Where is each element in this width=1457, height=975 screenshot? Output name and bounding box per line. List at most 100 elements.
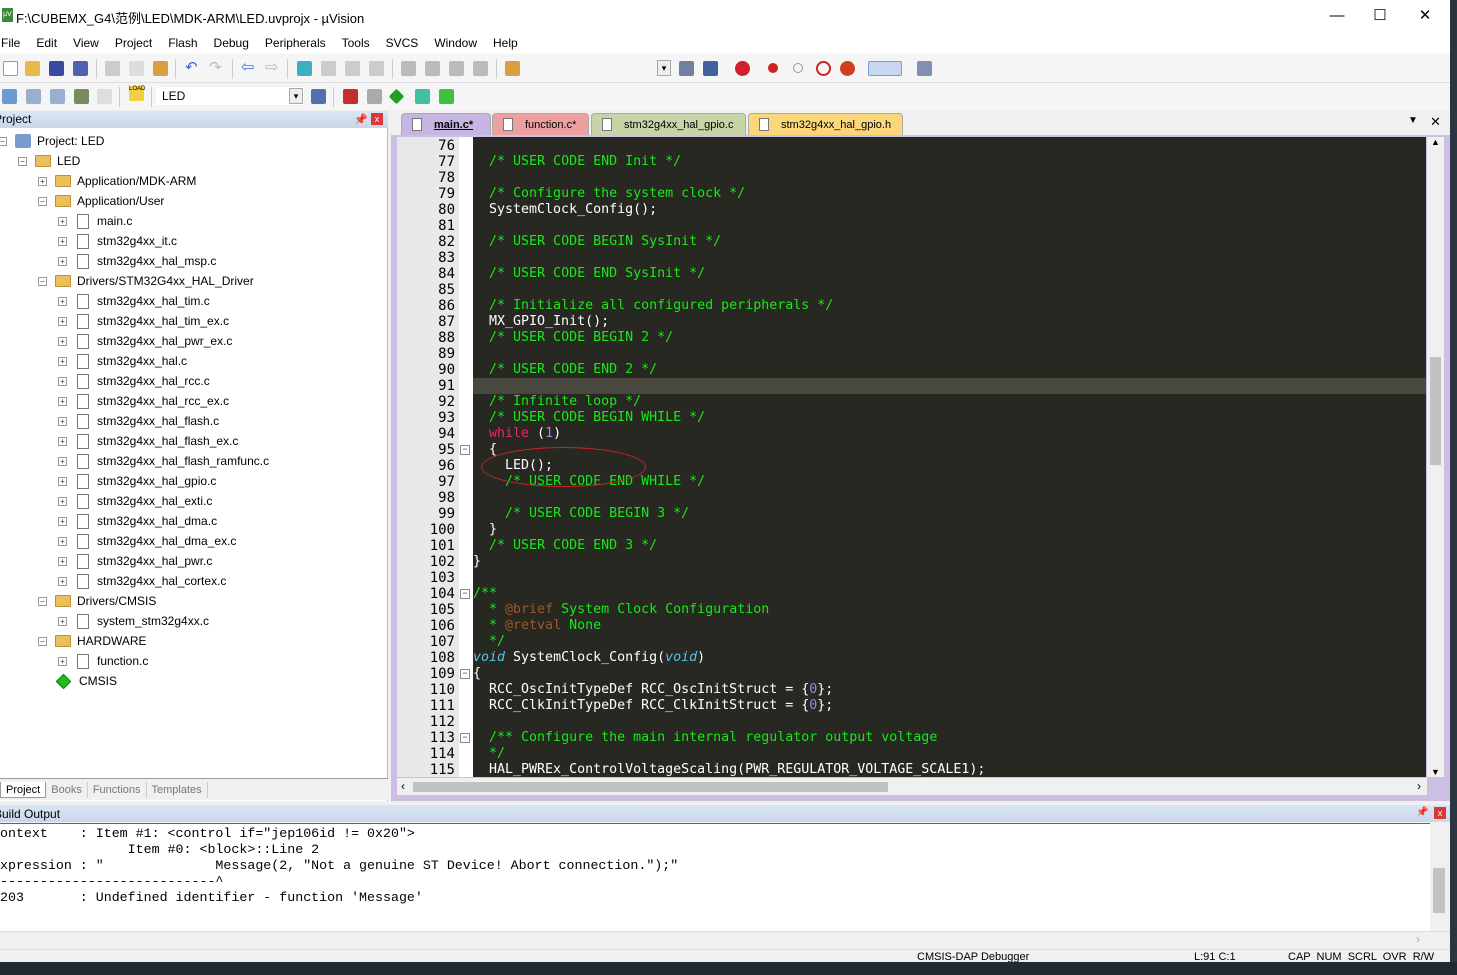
- manage-project-items-icon[interactable]: [343, 89, 358, 104]
- code-line[interactable]: /* USER CODE BEGIN 3 */: [473, 506, 1426, 522]
- navigate-forward-icon[interactable]: ⇨: [265, 57, 280, 76]
- tab-list-dropdown-icon[interactable]: ▼: [1408, 115, 1418, 126]
- breakpoint-icon[interactable]: [768, 63, 778, 73]
- disable-breakpoint-icon[interactable]: [793, 63, 803, 73]
- code-line[interactable]: }: [473, 554, 1426, 570]
- expand-icon[interactable]: +: [58, 556, 67, 566]
- save-icon[interactable]: [49, 61, 64, 76]
- configure-icon[interactable]: [917, 61, 932, 76]
- kill-all-breakpoints-icon[interactable]: [840, 61, 855, 76]
- menu-help[interactable]: Help: [485, 36, 526, 50]
- undo-icon[interactable]: ↶: [185, 58, 200, 76]
- scroll-left-icon[interactable]: ‹: [401, 779, 405, 793]
- fold-toggle-icon[interactable]: −: [460, 669, 470, 679]
- debug-session-icon[interactable]: [735, 61, 750, 76]
- pack-installer-icon[interactable]: [415, 89, 430, 104]
- code-line[interactable]: [473, 250, 1426, 266]
- tree-item[interactable]: − Drivers/CMSIS: [38, 591, 156, 611]
- target-select[interactable]: LED: [156, 87, 304, 105]
- tree-item[interactable]: + stm32g4xx_hal.c: [58, 351, 187, 371]
- expand-icon[interactable]: +: [58, 256, 67, 266]
- code-line[interactable]: [473, 490, 1426, 506]
- code-line[interactable]: /* USER CODE END SysInit */: [473, 266, 1426, 282]
- menu-debug[interactable]: Debug: [206, 36, 257, 50]
- code-line[interactable]: [473, 170, 1426, 186]
- close-button[interactable]: ✕: [1410, 6, 1440, 26]
- project-panel-close-button[interactable]: x: [371, 113, 383, 125]
- find-in-files-icon[interactable]: [505, 61, 520, 76]
- code-line[interactable]: /* USER CODE BEGIN SysInit */: [473, 234, 1426, 250]
- menu-file[interactable]: File: [0, 36, 28, 50]
- prev-bookmark-icon[interactable]: [321, 61, 336, 76]
- code-line[interactable]: void SystemClock_Config(void): [473, 650, 1426, 666]
- collapse-icon[interactable]: −: [38, 276, 47, 286]
- expand-icon[interactable]: +: [58, 516, 67, 526]
- clear-bookmarks-icon[interactable]: [369, 61, 384, 76]
- code-line[interactable]: /* USER CODE END Init */: [473, 154, 1426, 170]
- unindent-icon[interactable]: [425, 61, 440, 76]
- tree-item[interactable]: + stm32g4xx_hal_rcc_ex.c: [58, 391, 229, 411]
- expand-icon[interactable]: +: [58, 296, 67, 306]
- tab-functions[interactable]: Functions: [88, 781, 147, 798]
- code-line[interactable]: {: [473, 666, 1426, 682]
- tree-item[interactable]: + stm32g4xx_hal_dma.c: [58, 511, 217, 531]
- tree-item[interactable]: + system_stm32g4xx.c: [58, 611, 209, 631]
- code-line[interactable]: */: [473, 746, 1426, 762]
- cut-icon[interactable]: [105, 61, 120, 76]
- comment-icon[interactable]: [449, 61, 464, 76]
- output-horizontal-scrollbar[interactable]: ›: [0, 931, 1450, 948]
- maximize-button[interactable]: ☐: [1365, 6, 1395, 26]
- translate-icon[interactable]: [2, 89, 17, 104]
- build-output-text[interactable]: Context : Item #1: <control if="jep106id…: [0, 823, 1430, 931]
- tree-item[interactable]: + stm32g4xx_hal_exti.c: [58, 491, 212, 511]
- tab-hal-gpio-c[interactable]: stm32g4xx_hal_gpio.c: [591, 113, 746, 135]
- tree-item[interactable]: + stm32g4xx_hal_flash.c: [58, 411, 219, 431]
- expand-icon[interactable]: +: [58, 476, 67, 486]
- tree-item[interactable]: − Drivers/STM32G4xx_HAL_Driver: [38, 271, 254, 291]
- expand-icon[interactable]: +: [58, 316, 67, 326]
- collapse-icon[interactable]: −: [38, 636, 47, 646]
- tree-item[interactable]: + stm32g4xx_hal_pwr.c: [58, 551, 212, 571]
- menu-project[interactable]: Project: [107, 36, 160, 50]
- tree-item[interactable]: − Application/User: [38, 191, 164, 211]
- tree-item[interactable]: + stm32g4xx_hal_tim_ex.c: [58, 311, 229, 331]
- new-file-icon[interactable]: [3, 61, 18, 76]
- close-tab-icon[interactable]: ✕: [1430, 114, 1441, 130]
- tab-function-c[interactable]: function.c*: [492, 113, 589, 135]
- tree-item[interactable]: + stm32g4xx_hal_dma_ex.c: [58, 531, 236, 551]
- tree-item[interactable]: − HARDWARE: [38, 631, 147, 651]
- batch-build-icon[interactable]: [74, 89, 89, 104]
- build-icon[interactable]: [26, 89, 41, 104]
- menu-peripherals[interactable]: Peripherals: [257, 36, 334, 50]
- expand-icon[interactable]: +: [58, 416, 67, 426]
- build-output-close-button[interactable]: x: [1434, 807, 1446, 819]
- code-line[interactable]: [473, 346, 1426, 362]
- expand-icon[interactable]: +: [58, 396, 67, 406]
- expand-icon[interactable]: +: [58, 216, 67, 226]
- editor-horizontal-scroll-thumb[interactable]: [413, 782, 888, 792]
- target-dropdown-arrow[interactable]: ▾: [289, 88, 303, 104]
- tab-books[interactable]: Books: [46, 781, 88, 798]
- collapse-icon[interactable]: −: [38, 596, 47, 606]
- tree-item[interactable]: + stm32g4xx_hal_rcc.c: [58, 371, 210, 391]
- disable-all-breakpoints-icon[interactable]: [816, 61, 831, 76]
- code-line[interactable]: /* USER CODE BEGIN WHILE */: [473, 410, 1426, 426]
- tree-item[interactable]: + Application/MDK-ARM: [38, 171, 196, 191]
- expand-icon[interactable]: +: [38, 176, 47, 186]
- tab-templates[interactable]: Templates: [147, 781, 208, 798]
- expand-icon[interactable]: +: [58, 356, 67, 366]
- tree-item[interactable]: − LED: [18, 151, 80, 171]
- code-line[interactable]: /* USER CODE END 3 */: [473, 538, 1426, 554]
- tree-item[interactable]: + stm32g4xx_hal_flash_ramfunc.c: [58, 451, 269, 471]
- fold-toggle-icon[interactable]: −: [460, 445, 470, 455]
- select-packs-icon[interactable]: [367, 89, 382, 104]
- code-line[interactable]: [473, 378, 1426, 394]
- tree-item[interactable]: + stm32g4xx_hal_cortex.c: [58, 571, 226, 591]
- code-line[interactable]: RCC_OscInitTypeDef RCC_OscInitStruct = {…: [473, 682, 1426, 698]
- save-all-icon[interactable]: [73, 61, 88, 76]
- expand-icon[interactable]: +: [58, 536, 67, 546]
- output-vertical-scrollbar[interactable]: [1431, 823, 1448, 931]
- code-line[interactable]: [473, 714, 1426, 730]
- redo-icon[interactable]: ↷: [209, 58, 224, 76]
- menu-flash[interactable]: Flash: [160, 36, 205, 50]
